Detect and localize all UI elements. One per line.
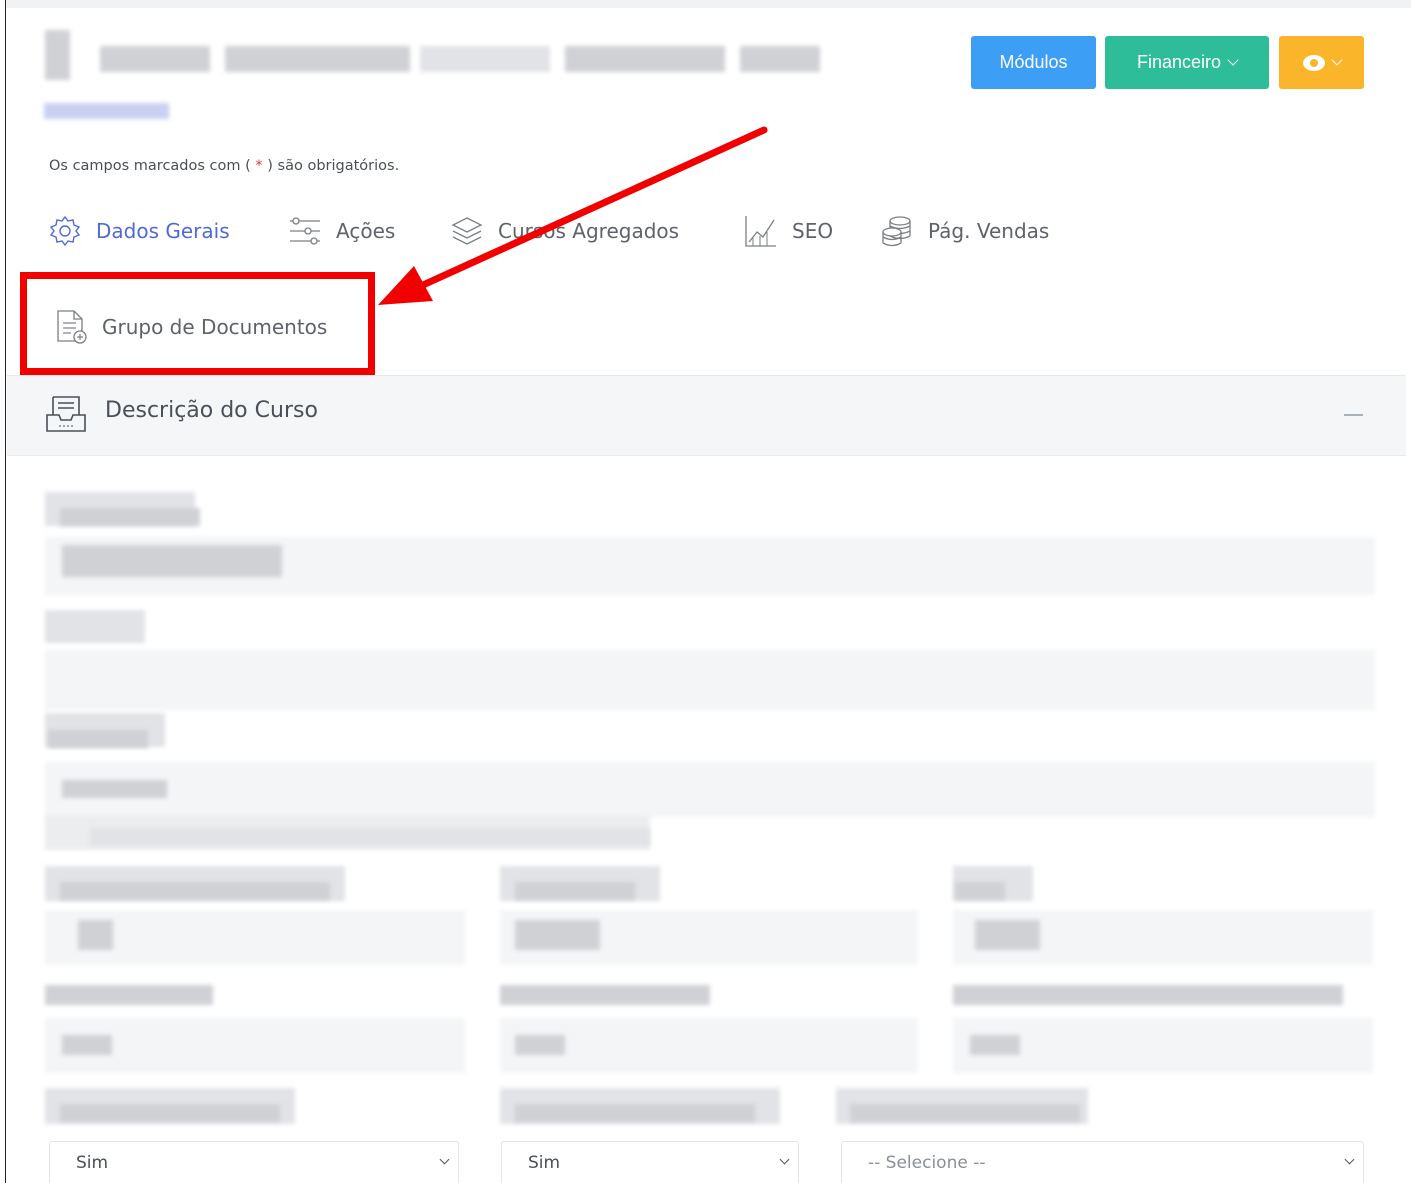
chevron-down-icon (1227, 54, 1239, 66)
tab-label: Dados Gerais (96, 219, 230, 243)
tab-cursos-agregados[interactable]: Cursos Agregados (450, 214, 679, 248)
tab-pag-vendas[interactable]: Pág. Vendas (880, 214, 1049, 248)
select-field-1[interactable]: Sim (49, 1141, 459, 1183)
layers-icon (451, 217, 483, 245)
select-field-3[interactable]: -- Selecione -- (841, 1141, 1364, 1183)
tab-seo[interactable]: SEO (744, 214, 833, 248)
tab-label: Ações (336, 219, 396, 243)
sliders-icon (290, 217, 320, 245)
tab-label: SEO (792, 219, 834, 243)
chevron-down-icon (779, 1154, 790, 1165)
select-value: Sim (76, 1152, 109, 1173)
annotation-highlight-box (20, 272, 375, 375)
view-dropdown-button[interactable] (1279, 36, 1364, 89)
card-title: Descrição do Curso (105, 398, 318, 423)
financeiro-button-label: Financeiro (1136, 52, 1222, 72)
chart-icon (745, 216, 776, 247)
tab-acoes[interactable]: Ações (288, 214, 395, 248)
tab-label: Cursos Agregados (498, 219, 680, 243)
left-border (5, 0, 6, 1183)
select-field-2[interactable]: Sim (501, 1141, 799, 1183)
tab-label: Pág. Vendas (928, 219, 1050, 243)
inbox-icon (45, 393, 87, 439)
modulos-button[interactable]: Módulos (971, 36, 1096, 89)
coins-icon (882, 216, 911, 247)
chevron-down-icon (1344, 1154, 1355, 1165)
collapse-icon[interactable] (1344, 414, 1363, 416)
top-strip (6, 0, 1411, 8)
financeiro-button[interactable]: Financeiro (1105, 36, 1269, 89)
chevron-down-icon (439, 1154, 450, 1165)
modulos-button-label: Módulos (999, 52, 1068, 72)
tab-dados-gerais[interactable]: Dados Gerais (48, 214, 230, 248)
select-value: Sim (528, 1152, 561, 1173)
chevron-down-icon (1330, 54, 1343, 66)
required-fields-note: Os campos marcados com ( * ) são obrigat… (49, 158, 400, 174)
select-value: -- Selecione -- (868, 1152, 986, 1173)
redacted-link (44, 103, 169, 119)
eye-icon (1302, 54, 1325, 71)
gear-icon (49, 215, 81, 247)
